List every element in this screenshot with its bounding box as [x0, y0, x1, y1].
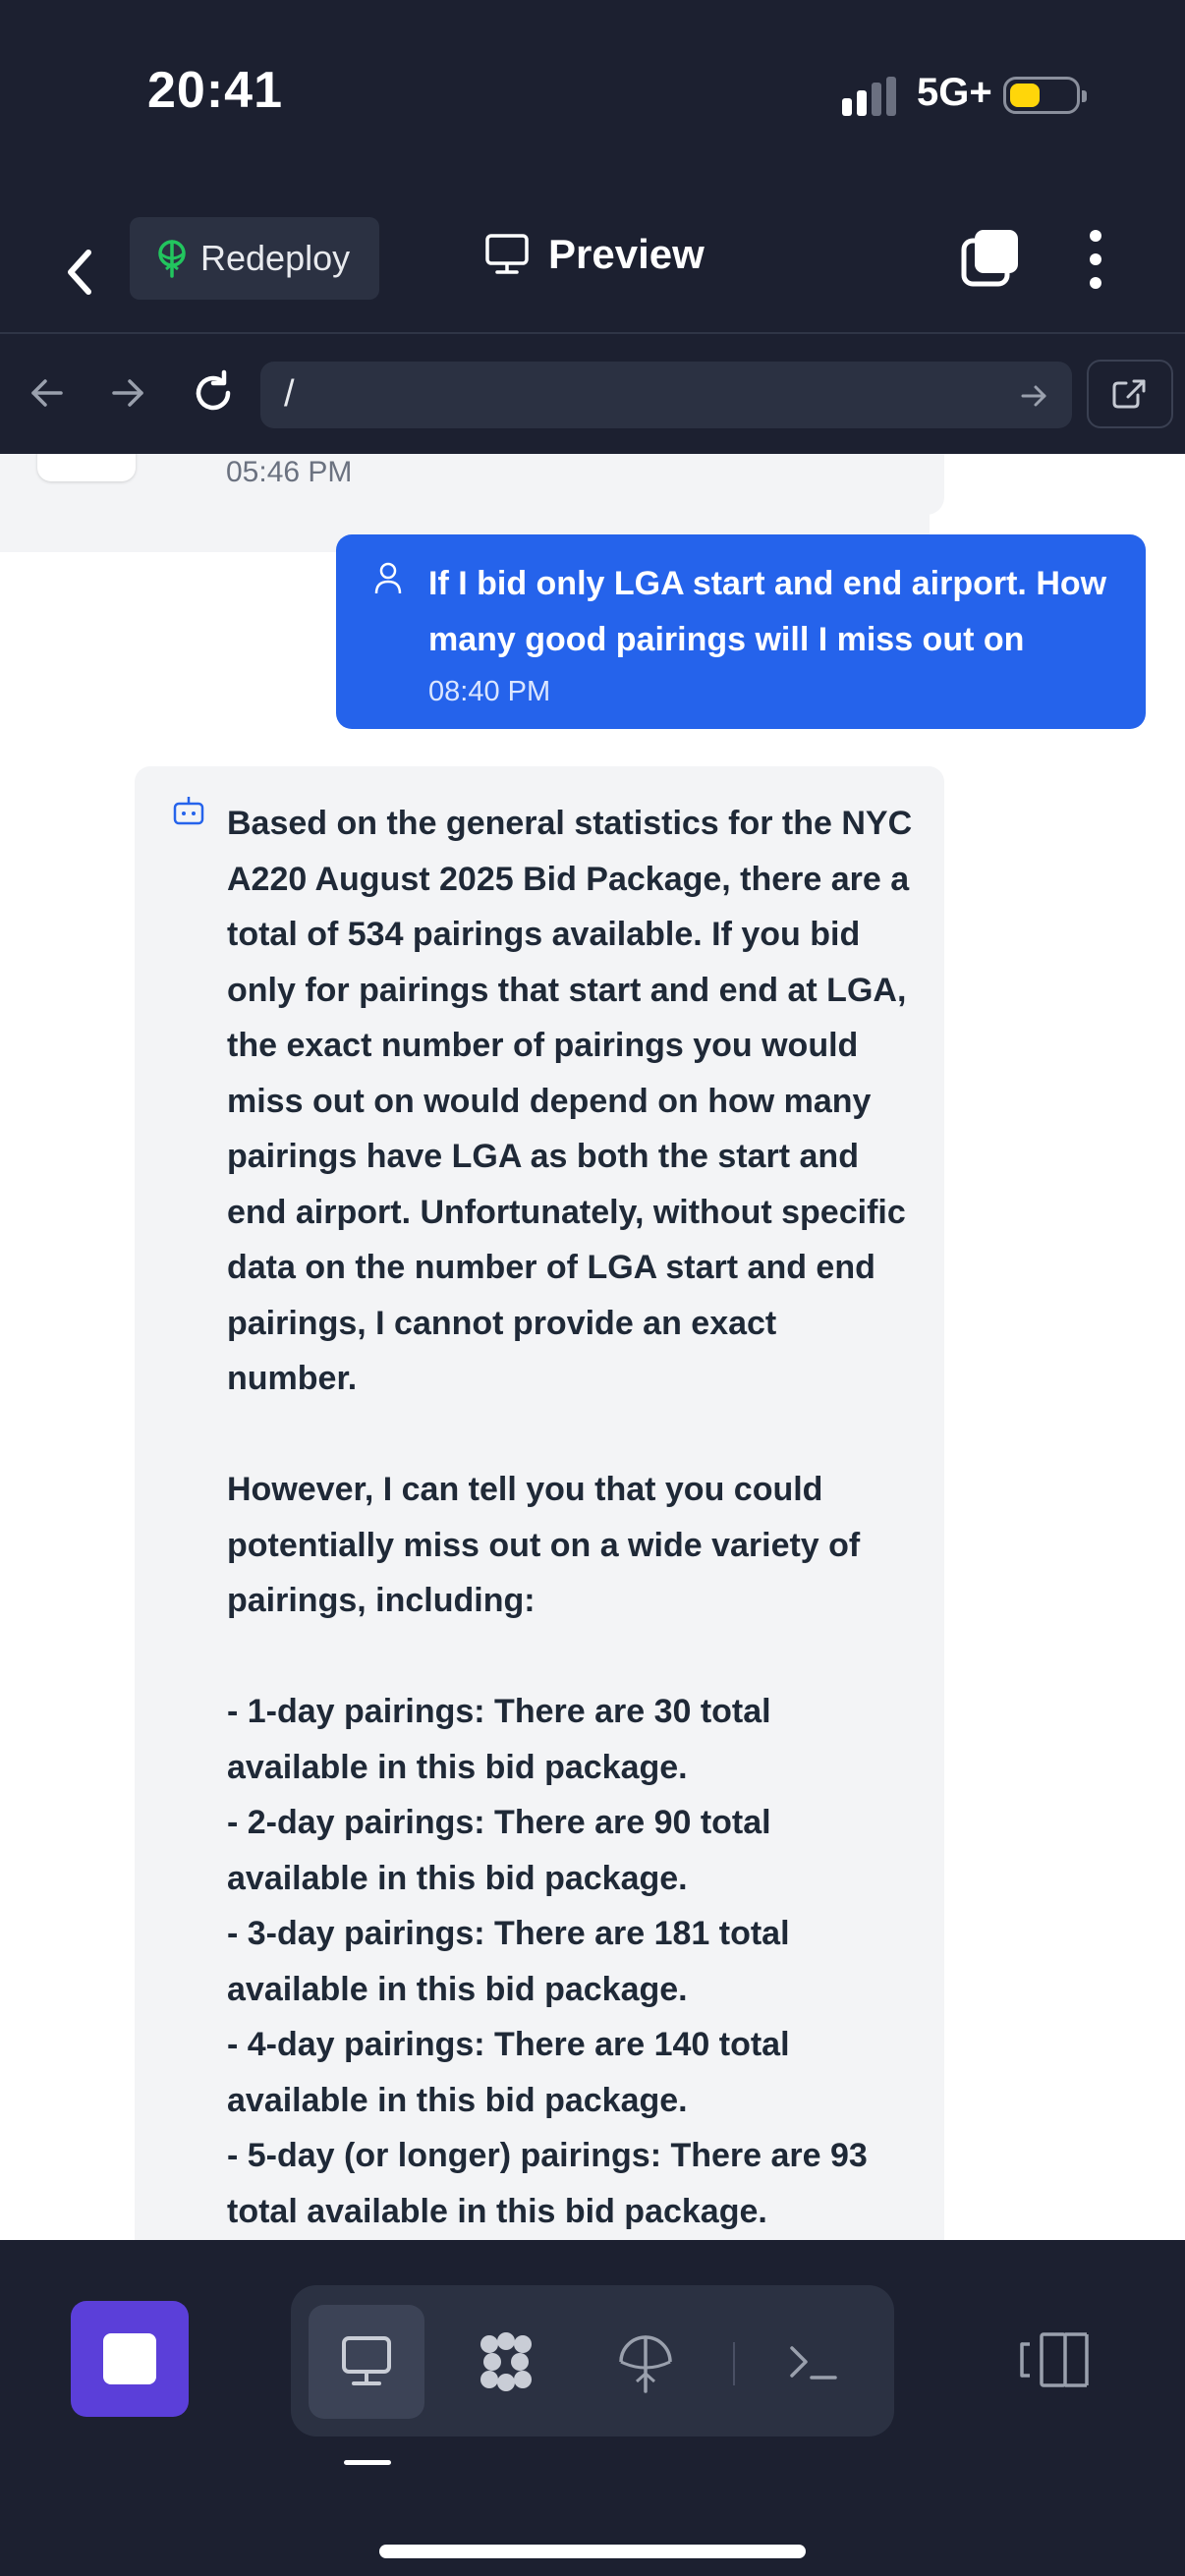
preview-title: Preview — [485, 231, 705, 278]
open-external-button[interactable] — [1087, 360, 1173, 428]
network-type: 5G+ — [917, 71, 992, 114]
tabs-icon[interactable] — [961, 228, 1020, 287]
redeploy-icon — [158, 240, 186, 278]
previous-message-bubble: 05:46 PM — [134, 454, 944, 515]
nav-forward-arrow-icon[interactable] — [108, 373, 147, 413]
go-arrow-icon[interactable] — [1019, 381, 1048, 411]
terminal-tool-button[interactable] — [757, 2305, 873, 2419]
redeploy-button[interactable]: Redeploy — [130, 217, 379, 300]
url-bar[interactable]: / — [260, 362, 1072, 428]
assistant-message-bubble: Based on the general statistics for the … — [135, 766, 944, 2240]
url-text[interactable]: / — [284, 373, 295, 416]
previous-message-time: 05:46 PM — [226, 456, 353, 488]
stop-icon — [103, 2333, 156, 2384]
desktop-tool-button[interactable] — [309, 2305, 424, 2419]
user-message-bubble: If I bid only LGA start and end airport.… — [336, 534, 1146, 729]
battery-icon — [1003, 77, 1087, 114]
active-tool-underline — [344, 2460, 391, 2465]
header-divider — [0, 332, 1185, 334]
deploy-icon — [619, 2335, 672, 2393]
bottom-toolbar — [0, 2240, 1185, 2576]
deploy-tool-button[interactable] — [588, 2305, 704, 2419]
user-message-time: 08:40 PM — [428, 676, 551, 707]
monitor-icon — [485, 234, 529, 274]
reload-icon[interactable] — [189, 368, 238, 418]
more-vertical-icon[interactable] — [1081, 228, 1110, 291]
redeploy-label: Redeploy — [200, 238, 351, 278]
preview-label: Preview — [548, 231, 705, 277]
previous-card — [37, 454, 136, 481]
signal-icon — [842, 77, 896, 116]
user-icon — [374, 562, 402, 594]
user-message-text: If I bid only LGA start and end airport.… — [428, 565, 1107, 658]
desktop-icon — [342, 2336, 391, 2385]
chat-area[interactable]: 05:46 PM If I bid only LGA start and end… — [0, 454, 1185, 2240]
status-bar: 20:41 5G+ — [0, 0, 1185, 196]
app-header: Redeploy Preview — [0, 211, 1185, 329]
apps-tool-button[interactable] — [448, 2305, 564, 2419]
external-link-icon — [1112, 379, 1146, 409]
bot-icon — [173, 797, 204, 825]
back-chevron-icon[interactable] — [59, 233, 108, 311]
tool-group — [291, 2285, 894, 2436]
assistant-message-text: Based on the general statistics for the … — [227, 805, 913, 2230]
status-time: 20:41 — [147, 62, 283, 119]
stop-button[interactable] — [71, 2301, 189, 2417]
home-indicator[interactable] — [379, 2545, 806, 2558]
nav-back-arrow-icon[interactable] — [28, 373, 67, 413]
tool-separator — [733, 2342, 735, 2385]
terminal-icon — [790, 2346, 837, 2380]
panel-layout-icon[interactable] — [1018, 2330, 1091, 2389]
apps-icon — [480, 2332, 532, 2391]
